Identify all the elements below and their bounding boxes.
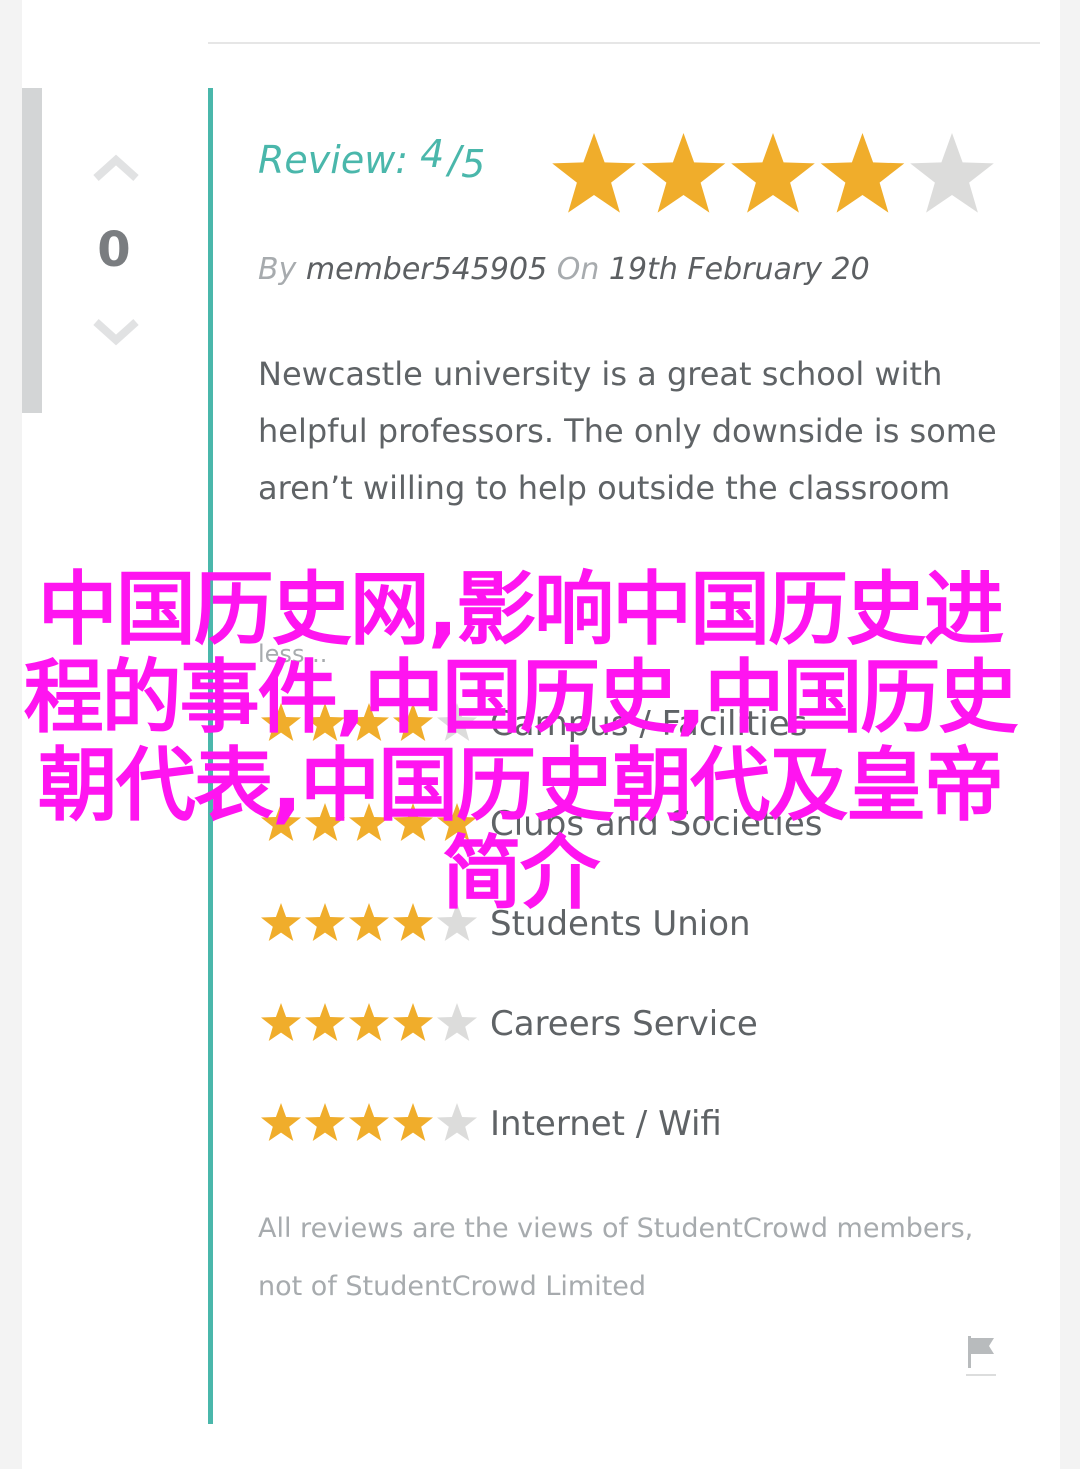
star-filled-icon <box>731 133 815 213</box>
overlay-title: 中国历史网,影响中国历史进程的事件,中国历史,中国历史朝代表,中国历史朝代及皇帝… <box>23 563 1019 920</box>
top-divider <box>208 42 1040 44</box>
star-filled-icon <box>641 133 726 213</box>
review-date: 19th February 20 <box>608 252 870 287</box>
chevron-up-icon <box>93 154 139 181</box>
report-flag-button[interactable] <box>962 1332 998 1378</box>
star-empty-icon <box>437 1103 477 1141</box>
star-filled-icon <box>349 1003 389 1041</box>
overall-star-rating <box>548 130 996 220</box>
star-filled-icon <box>820 133 905 213</box>
review-heading: Review: 4/5 <box>258 132 485 186</box>
downvote-button[interactable] <box>92 318 140 348</box>
vote-count: 0 <box>97 222 131 278</box>
review-max-score: 5 <box>461 142 486 186</box>
upvote-button[interactable] <box>92 152 140 182</box>
disclaimer: All reviews are the views of StudentCrow… <box>258 1213 974 1302</box>
review-score: 4 <box>420 132 445 176</box>
on-label: On <box>556 252 600 287</box>
vote-bar <box>22 88 42 413</box>
by-label: By <box>258 252 297 287</box>
review-slash: / <box>448 138 462 182</box>
star-filled-icon <box>393 1003 433 1041</box>
star-filled-icon <box>393 1103 433 1141</box>
review-byline: By member545905 On 19th February 20 <box>258 252 870 287</box>
category-label: Careers Service <box>490 1004 758 1044</box>
category-star-rating <box>258 1100 482 1148</box>
star-empty-icon <box>437 1003 477 1041</box>
flag-icon <box>966 1336 996 1376</box>
star-empty-icon <box>910 133 994 213</box>
star-filled-icon <box>305 1103 345 1141</box>
chevron-down-icon <box>93 319 139 346</box>
category-label: Internet / Wifi <box>490 1104 722 1144</box>
star-filled-icon <box>552 133 636 213</box>
review-body: Newcastle university is a great school w… <box>258 355 997 507</box>
author-name[interactable]: member545905 <box>306 252 547 287</box>
review-label: Review: <box>258 138 409 182</box>
category-star-rating <box>258 1000 482 1048</box>
star-filled-icon <box>349 1103 389 1141</box>
star-filled-icon <box>305 1003 345 1041</box>
star-filled-icon <box>261 1103 301 1141</box>
star-filled-icon <box>261 1003 301 1041</box>
